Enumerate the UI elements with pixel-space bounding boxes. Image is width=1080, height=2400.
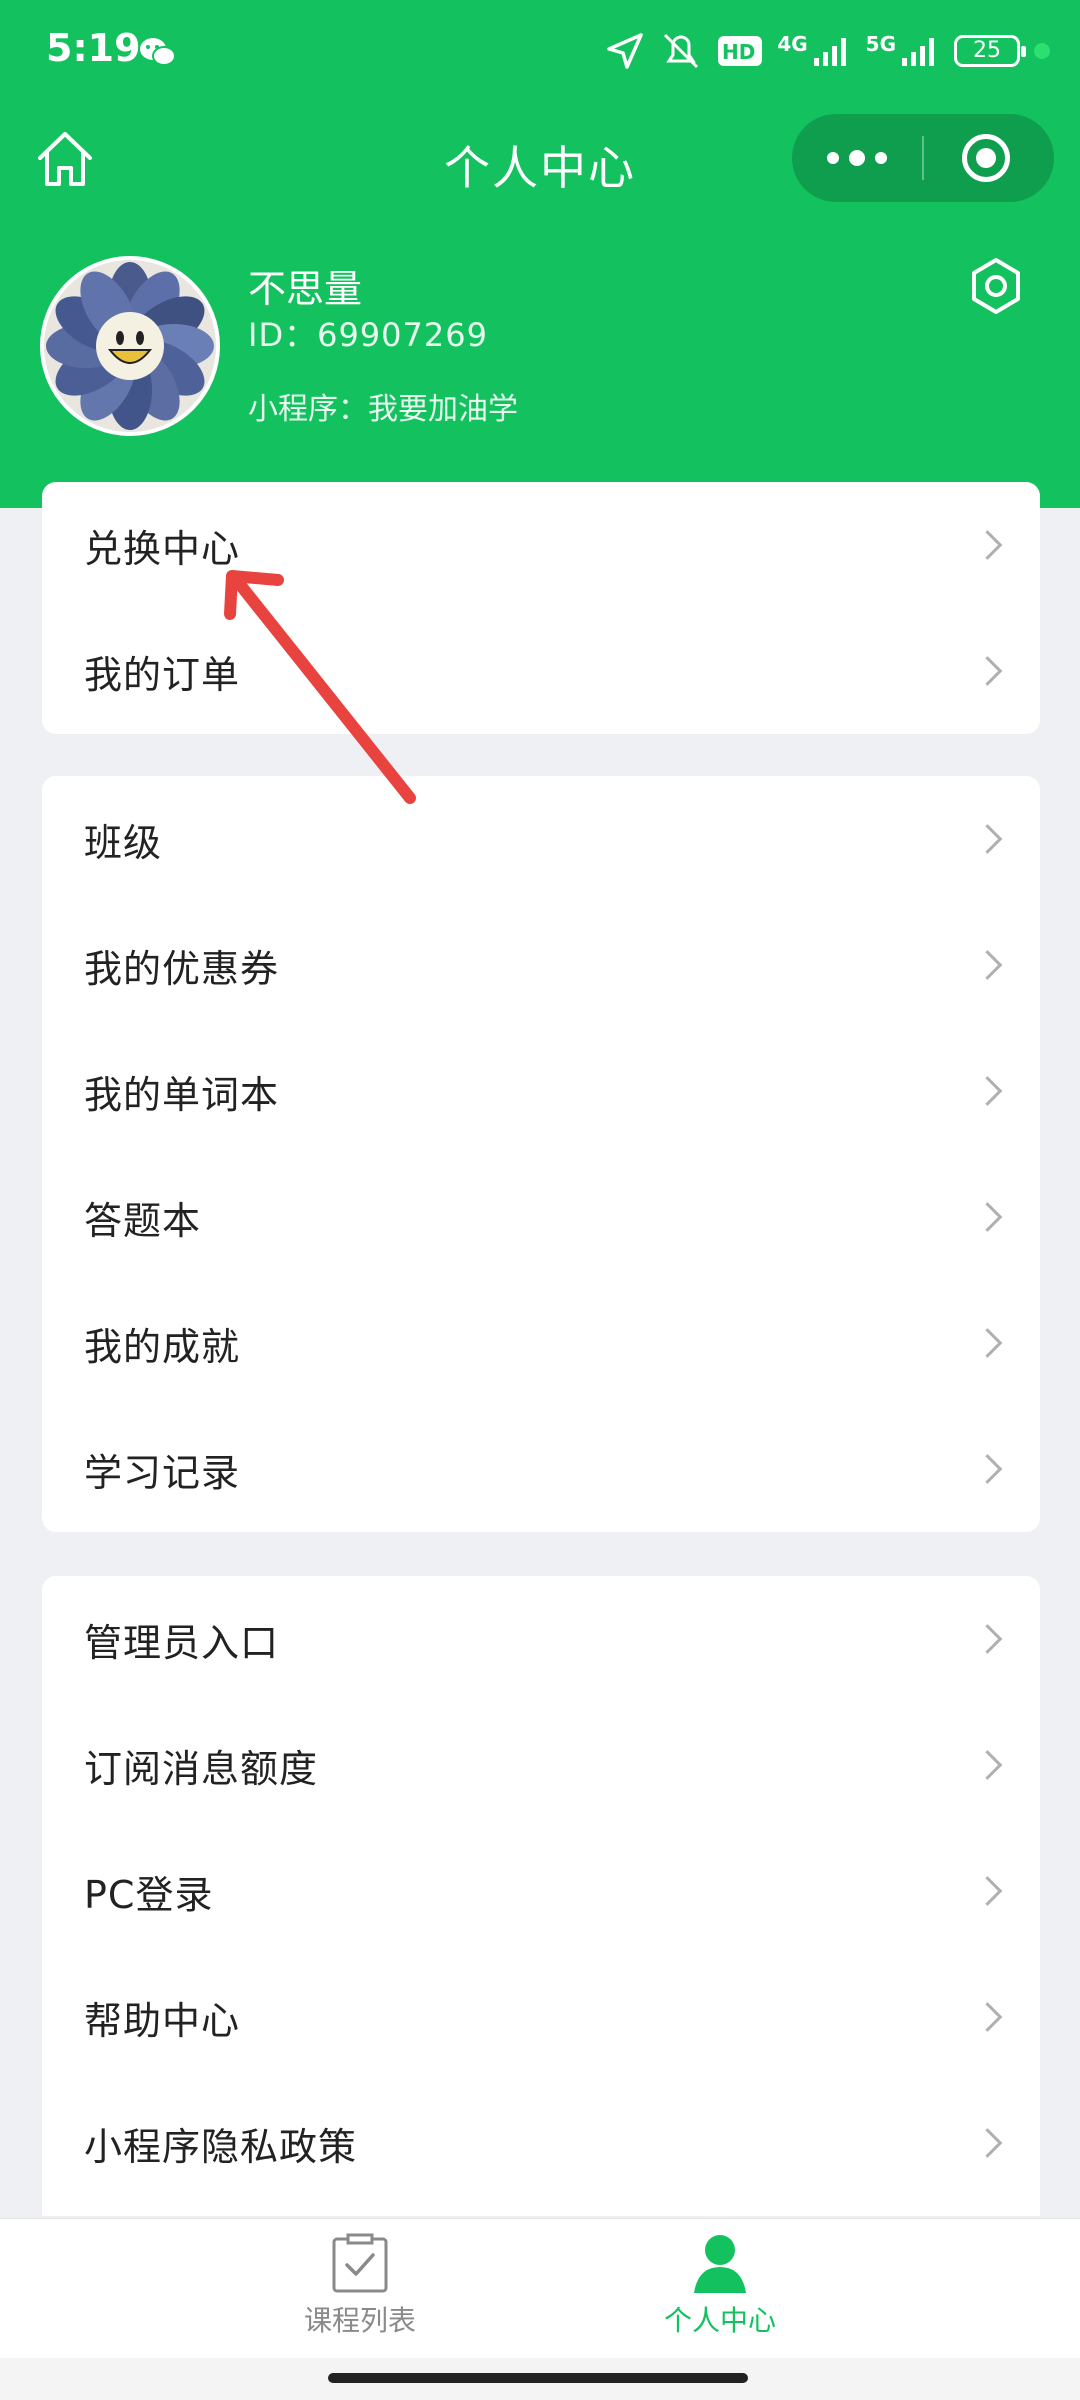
menu-item-coupons[interactable]: 我的优惠券 <box>42 902 1040 1028</box>
menu-item-help-center[interactable]: 帮助中心 <box>42 1954 1040 2080</box>
battery-level: 25 <box>973 38 1001 63</box>
person-icon <box>694 2235 746 2293</box>
tab-label: 课程列表 <box>303 2304 416 2337</box>
card-study: 班级 我的优惠券 我的单词本 答题本 我的成就 学习记录 <box>42 776 1040 1532</box>
status-bar: 5:19 HD 4G 5G 25 <box>0 0 1080 100</box>
network-type-2: 5G <box>865 32 896 56</box>
menu-item-achievements[interactable]: 我的成就 <box>42 1280 1040 1406</box>
menu-item-vocabulary[interactable]: 我的单词本 <box>42 1028 1040 1154</box>
close-mini-program-icon[interactable] <box>962 134 1010 182</box>
signal-icon-2 <box>902 38 934 66</box>
mini-program-capsule <box>792 114 1054 202</box>
battery-icon: 25 <box>954 35 1026 67</box>
menu-item-answer-book[interactable]: 答题本 <box>42 1154 1040 1280</box>
menu-item-label: 学习记录 <box>84 1450 241 1495</box>
chevron-right-icon <box>972 1624 1003 1654</box>
menu-item-class[interactable]: 班级 <box>42 776 1040 902</box>
chevron-right-icon <box>972 824 1003 854</box>
chevron-right-icon <box>972 1076 1003 1106</box>
network-type-1: 4G <box>777 32 808 56</box>
flower-avatar-icon <box>44 260 216 432</box>
chevron-right-icon <box>972 2002 1003 2032</box>
chevron-right-icon <box>972 1750 1003 1780</box>
card-exchange-orders: 兑换中心 我的订单 <box>42 482 1040 734</box>
menu-item-privacy-policy[interactable]: 小程序隐私政策 <box>42 2080 1040 2206</box>
menu-item-label: PC登录 <box>84 1872 214 1917</box>
chevron-right-icon <box>972 530 1003 560</box>
privacy-dot-icon <box>1034 43 1050 59</box>
menu-item-label: 我的单词本 <box>84 1072 280 1117</box>
mini-program-name: 小程序：我要加油学 <box>248 392 518 427</box>
avatar[interactable] <box>40 256 220 436</box>
menu-item-pc-login[interactable]: PC登录 <box>42 1828 1040 1954</box>
card-settings: 管理员入口 订阅消息额度 PC登录 帮助中心 小程序隐私政策 <box>42 1576 1040 2216</box>
chevron-right-icon <box>972 950 1003 980</box>
status-time: 5:19 <box>46 26 141 70</box>
course-list-icon <box>332 2233 388 2293</box>
user-id: ID：69907269 <box>248 316 488 354</box>
tab-label: 个人中心 <box>663 2304 776 2337</box>
capsule-divider <box>922 136 924 180</box>
tab-course-list[interactable]: 课程列表 <box>240 2233 480 2353</box>
gesture-bar[interactable] <box>328 2373 748 2383</box>
settings-icon[interactable] <box>968 256 1024 316</box>
menu-item-label: 我的优惠券 <box>84 946 280 991</box>
username: 不思量 <box>248 267 363 311</box>
mute-bell-icon <box>664 33 699 69</box>
menu-item-study-records[interactable]: 学习记录 <box>42 1406 1040 1532</box>
menu-item-label: 小程序隐私政策 <box>84 2124 358 2169</box>
hd-voice-icon: HD <box>718 36 763 66</box>
menu-item-subscription-quota[interactable]: 订阅消息额度 <box>42 1702 1040 1828</box>
chevron-right-icon <box>972 1876 1003 1906</box>
signal-icon-1 <box>813 38 846 66</box>
menu-item-label: 班级 <box>84 820 163 865</box>
menu-item-label: 帮助中心 <box>84 1998 241 2043</box>
menu-item-label: 订阅消息额度 <box>84 1746 319 1791</box>
menu-item-admin-entry[interactable]: 管理员入口 <box>42 1576 1040 1702</box>
menu-item-my-orders[interactable]: 我的订单 <box>42 608 1040 734</box>
chevron-right-icon <box>972 2128 1003 2158</box>
menu-item-exchange-center[interactable]: 兑换中心 <box>42 482 1040 608</box>
menu-item-label: 管理员入口 <box>84 1620 280 1665</box>
status-icons: HD 4G 5G 25 <box>605 28 1050 74</box>
chevron-right-icon <box>972 656 1003 686</box>
nav-bar: 个人中心 <box>0 110 1080 210</box>
tab-personal-center[interactable]: 个人中心 <box>600 2233 840 2353</box>
chevron-right-icon <box>972 1202 1003 1232</box>
location-icon <box>607 33 644 69</box>
wechat-icon <box>140 38 176 66</box>
menu-item-label: 答题本 <box>84 1198 202 1243</box>
tab-bar: 课程列表 个人中心 <box>0 2218 1080 2359</box>
svg-text:HD: HD <box>722 40 755 64</box>
menu-item-label: 我的成就 <box>84 1324 241 1369</box>
chevron-right-icon <box>972 1328 1003 1358</box>
annotation-arrow-icon <box>224 570 416 804</box>
chevron-right-icon <box>972 1454 1003 1484</box>
more-options-icon[interactable] <box>792 114 922 202</box>
